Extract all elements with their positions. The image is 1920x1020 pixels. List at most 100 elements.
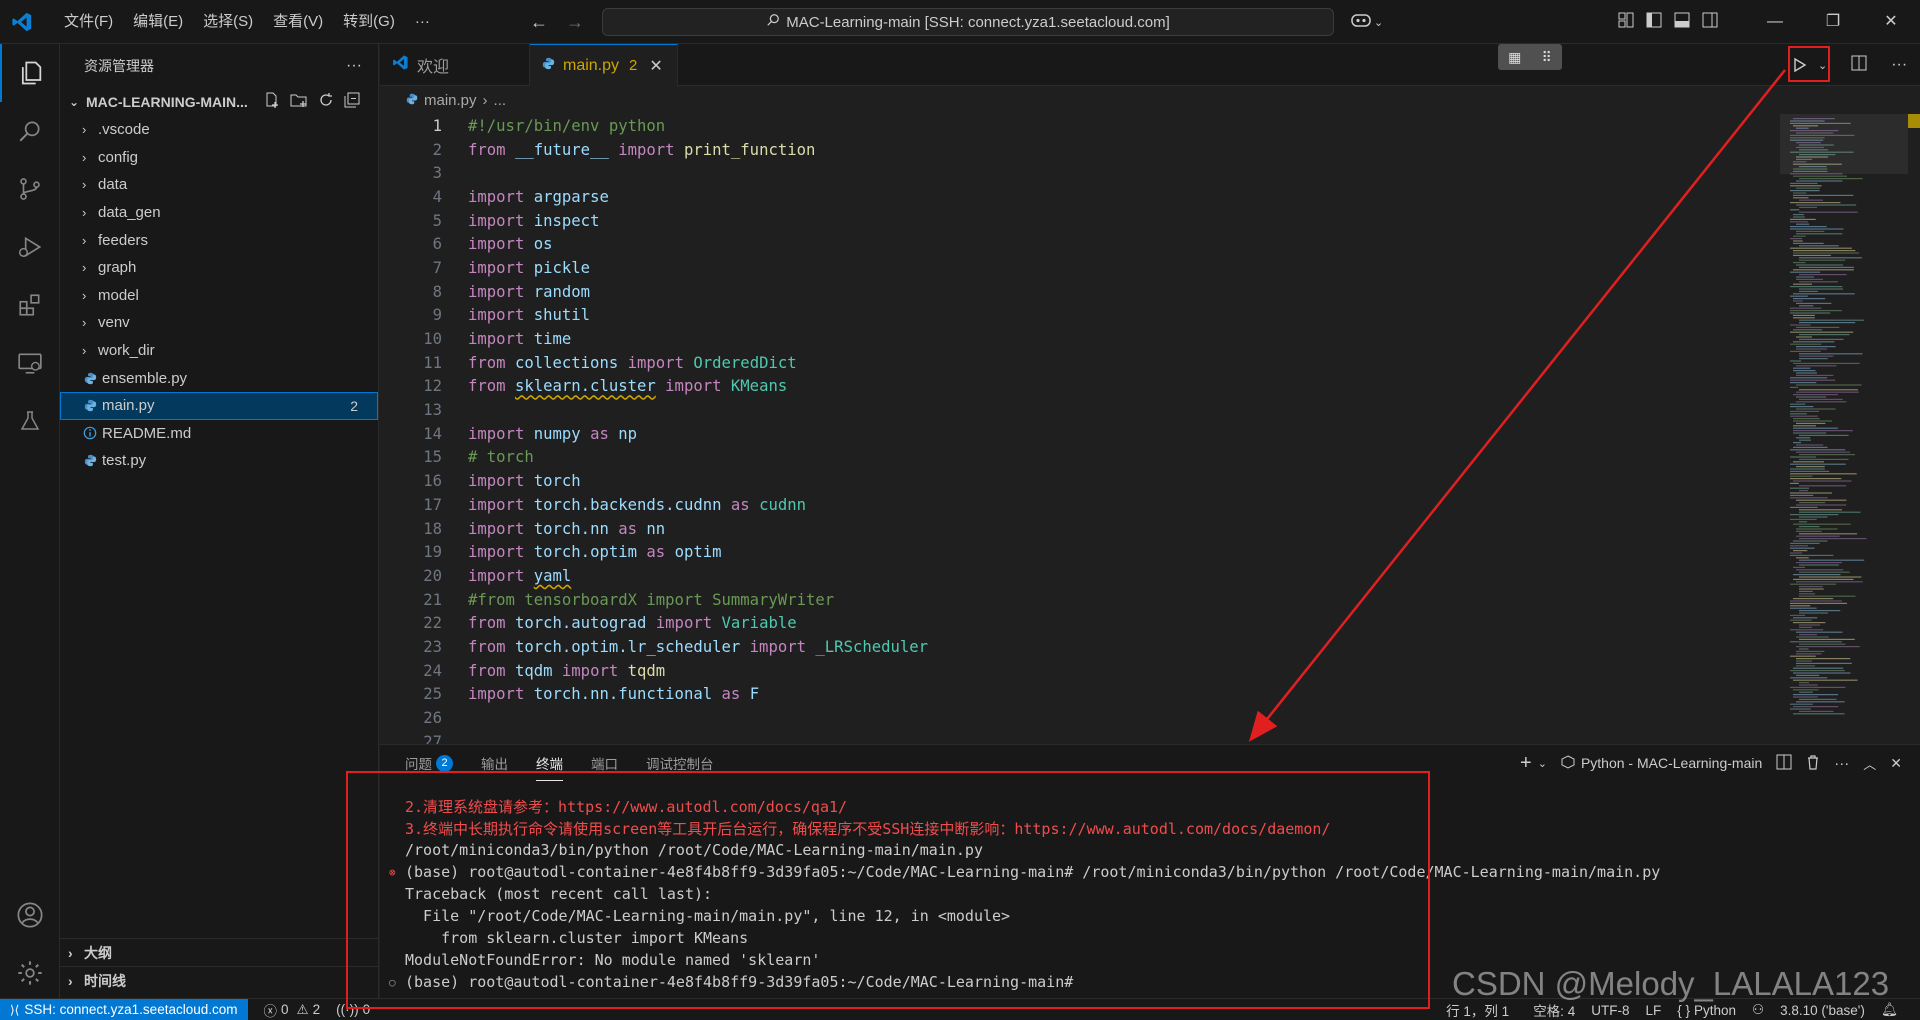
account-icon[interactable] <box>0 886 60 944</box>
indentation[interactable]: 空格: 4 <box>1525 1000 1583 1020</box>
tab-welcome[interactable]: 欢迎 <box>380 44 530 86</box>
tree-folder[interactable]: › venv <box>60 309 378 337</box>
code-line[interactable]: 23 from torch.optim.lr_scheduler import _… <box>380 635 1773 659</box>
chevron-down-icon[interactable]: ⌄ <box>1374 16 1383 29</box>
grid-icon[interactable]: ▦ <box>1508 49 1521 66</box>
code-line[interactable]: 20 import yaml <box>380 564 1773 588</box>
split-terminal-icon[interactable] <box>1776 754 1792 773</box>
minimize-icon[interactable]: — <box>1746 0 1804 44</box>
code-line[interactable]: 6 import os <box>380 232 1773 256</box>
restore-icon[interactable]: ❐ <box>1804 0 1862 44</box>
menu-view[interactable]: 查看(V) <box>263 0 333 44</box>
testing-icon[interactable] <box>0 392 60 450</box>
code-line[interactable]: 18 import torch.nn as nn <box>380 517 1773 541</box>
tree-file-selected[interactable]: main.py 2 <box>60 391 378 420</box>
close-tab-icon[interactable]: ✕ <box>649 56 662 76</box>
maximize-panel-icon[interactable]: ︿ <box>1863 754 1876 773</box>
tree-folder[interactable]: › graph <box>60 254 378 282</box>
code-line[interactable]: 7 import pickle <box>380 256 1773 280</box>
close-panel-icon[interactable]: ✕ <box>1890 755 1902 772</box>
code-line[interactable]: 17 import torch.backends.cudnn as cudnn <box>380 493 1773 517</box>
tree-folder[interactable]: › feeders <box>60 226 378 254</box>
toggle-sidebar-icon[interactable] <box>1646 12 1662 32</box>
code-line[interactable]: 14 import numpy as np <box>380 422 1773 446</box>
run-debug-icon[interactable] <box>0 218 60 276</box>
tree-folder[interactable]: › work_dir <box>60 337 378 365</box>
more-actions-icon[interactable]: ··· <box>1891 56 1907 74</box>
code-line[interactable]: 19 import torch.optim as optim <box>380 540 1773 564</box>
floating-toolbar[interactable]: ▦ ⠿ <box>1498 44 1562 70</box>
python-interpreter[interactable]: 3.8.10 ('base') <box>1772 1003 1873 1018</box>
source-control-icon[interactable] <box>0 160 60 218</box>
settings-gear-icon[interactable] <box>0 944 60 1002</box>
code-line[interactable]: 5 import inspect <box>380 209 1773 233</box>
copilot-status-icon[interactable]: ⚇ <box>1744 1002 1772 1018</box>
code-line[interactable]: 8 import random <box>380 280 1773 304</box>
remote-explorer-icon[interactable] <box>0 334 60 392</box>
remote-indicator[interactable]: ⟩⟨ SSH: connect.yza1.seetacloud.com <box>0 998 248 1020</box>
code-line[interactable]: 12 from sklearn.cluster import KMeans <box>380 375 1773 399</box>
notifications-bell-icon[interactable]: 🔔︎ <box>1873 1002 1906 1018</box>
code-line[interactable]: 26 <box>380 706 1773 730</box>
collapse-all-icon[interactable] <box>344 92 360 112</box>
search-icon[interactable] <box>0 102 60 160</box>
chevron-down-icon[interactable]: ⌄ <box>1538 757 1547 770</box>
tree-file[interactable]: README.md <box>60 420 378 448</box>
customize-layout-icon[interactable] <box>1618 12 1634 32</box>
copilot-icon[interactable] <box>1350 12 1372 32</box>
close-icon[interactable]: ✕ <box>1862 0 1920 44</box>
menu-more[interactable]: ··· <box>405 0 440 44</box>
project-folder-header[interactable]: ⌄ MAC-LEARNING-MAIN... <box>60 88 378 116</box>
command-center-search[interactable]: MAC-Learning-main [SSH: connect.yza1.see… <box>602 8 1334 36</box>
toggle-secondary-sidebar-icon[interactable] <box>1702 12 1718 32</box>
code-line[interactable]: 27 <box>380 730 1773 744</box>
code-line[interactable]: 25 import torch.nn.functional as F <box>380 683 1773 707</box>
tree-file[interactable]: test.py <box>60 447 378 475</box>
outline-section[interactable]: › 大纲 <box>60 938 379 966</box>
more-actions-icon[interactable]: ··· <box>1834 755 1849 772</box>
code-line[interactable]: 21 #from tensorboardX import SummaryWrite… <box>380 588 1773 612</box>
code-line[interactable]: 24 from tqdm import tqdm <box>380 659 1773 683</box>
tree-folder[interactable]: › .vscode <box>60 116 378 144</box>
more-actions-icon[interactable]: ··· <box>346 57 362 75</box>
code-line[interactable]: 4 import argparse <box>380 185 1773 209</box>
tree-folder[interactable]: › data_gen <box>60 199 378 227</box>
code-line[interactable]: 13 <box>380 398 1773 422</box>
code-line[interactable]: 11 from collections import OrderedDict <box>380 351 1773 375</box>
tree-folder[interactable]: › model <box>60 282 378 310</box>
problems-status[interactable]: ⓧ 0 ⚠ 2 <box>256 1000 329 1020</box>
tree-file[interactable]: ensemble.py <box>60 364 378 392</box>
split-editor-icon[interactable] <box>1851 55 1867 75</box>
code-line[interactable]: 2 from __future__ import print_function <box>380 138 1773 162</box>
menu-edit[interactable]: 编辑(E) <box>123 0 193 44</box>
code-line[interactable]: 9 import shutil <box>380 304 1773 328</box>
terminal-name[interactable]: Python - MAC-Learning-main <box>1581 755 1762 771</box>
trash-icon[interactable] <box>1806 754 1820 773</box>
menu-go[interactable]: 转到(G) <box>333 0 405 44</box>
new-file-icon[interactable] <box>264 92 280 112</box>
new-terminal-icon[interactable]: + <box>1520 752 1532 775</box>
code-line[interactable]: 15 # torch <box>380 446 1773 470</box>
code-line[interactable]: 22 from torch.autograd import Variable <box>380 611 1773 635</box>
extensions-icon[interactable] <box>0 276 60 334</box>
timeline-section[interactable]: › 时间线 <box>60 966 379 994</box>
tree-folder[interactable]: › config <box>60 144 378 172</box>
code-editor[interactable]: 1 #!/usr/bin/env python 2 from __future__ i… <box>380 114 1773 744</box>
code-line[interactable]: 1 #!/usr/bin/env python <box>380 114 1773 138</box>
language-mode[interactable]: { } Python <box>1669 1003 1744 1018</box>
breadcrumb-symbol[interactable]: ... <box>494 92 507 109</box>
refresh-icon[interactable] <box>318 92 334 112</box>
editor-scrollbar[interactable] <box>1908 114 1920 744</box>
code-line[interactable]: 3 <box>380 161 1773 185</box>
back-arrow-icon[interactable]: ← <box>530 12 548 33</box>
forward-arrow-icon[interactable]: → <box>566 12 584 33</box>
menu-file[interactable]: 文件(F) <box>54 0 123 44</box>
explorer-icon[interactable] <box>0 44 60 102</box>
toggle-panel-icon[interactable] <box>1674 12 1690 32</box>
code-line[interactable]: 16 import torch <box>380 469 1773 493</box>
breadcrumb-file[interactable]: main.py <box>424 92 477 109</box>
tree-folder[interactable]: › data <box>60 171 378 199</box>
drag-handle-icon[interactable]: ⠿ <box>1542 49 1552 66</box>
encoding[interactable]: UTF-8 <box>1583 1003 1637 1018</box>
menu-selection[interactable]: 选择(S) <box>193 0 263 44</box>
